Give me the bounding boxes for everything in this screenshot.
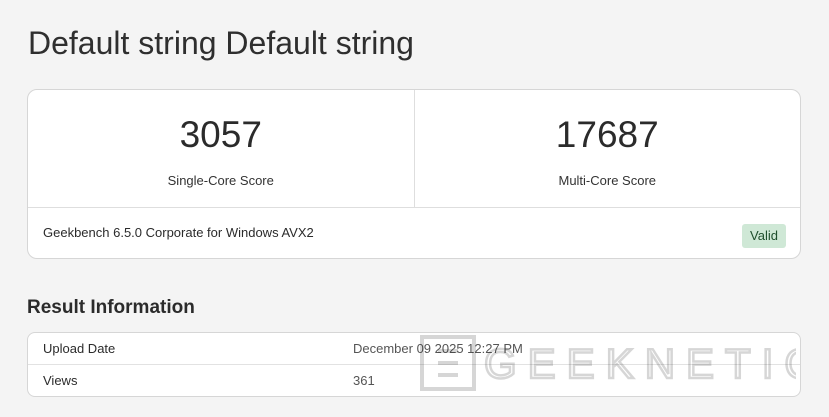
multi-core-score: 17687 Multi-Core Score (413, 90, 801, 207)
info-row-upload-date: Upload Date December 09 2025 12:27 PM (28, 333, 800, 364)
multi-core-score-value: 17687 (555, 114, 659, 155)
valid-badge: Valid (742, 224, 786, 248)
scores-row: 3057 Single-Core Score 17687 Multi-Core … (28, 90, 800, 208)
upload-date-label: Upload Date (43, 341, 116, 356)
views-value: 361 (353, 373, 375, 388)
single-core-score: 3057 Single-Core Score (28, 90, 414, 207)
multi-core-score-label: Multi-Core Score (558, 173, 657, 188)
page-title: Default string Default string (28, 25, 414, 61)
result-information-title: Result Information (27, 297, 195, 318)
benchmark-version: Geekbench 6.5.0 Corporate for Windows AV… (43, 225, 314, 240)
result-information-table: Upload Date December 09 2025 12:27 PM Vi… (27, 332, 801, 397)
score-card: 3057 Single-Core Score 17687 Multi-Core … (27, 89, 801, 259)
info-row-views: Views 361 (28, 364, 800, 396)
single-core-score-value: 3057 (179, 114, 262, 155)
single-core-score-label: Single-Core Score (167, 173, 274, 188)
views-label: Views (43, 373, 78, 388)
benchmark-version-row: Geekbench 6.5.0 Corporate for Windows AV… (28, 208, 800, 258)
upload-date-value: December 09 2025 12:27 PM (353, 341, 523, 356)
